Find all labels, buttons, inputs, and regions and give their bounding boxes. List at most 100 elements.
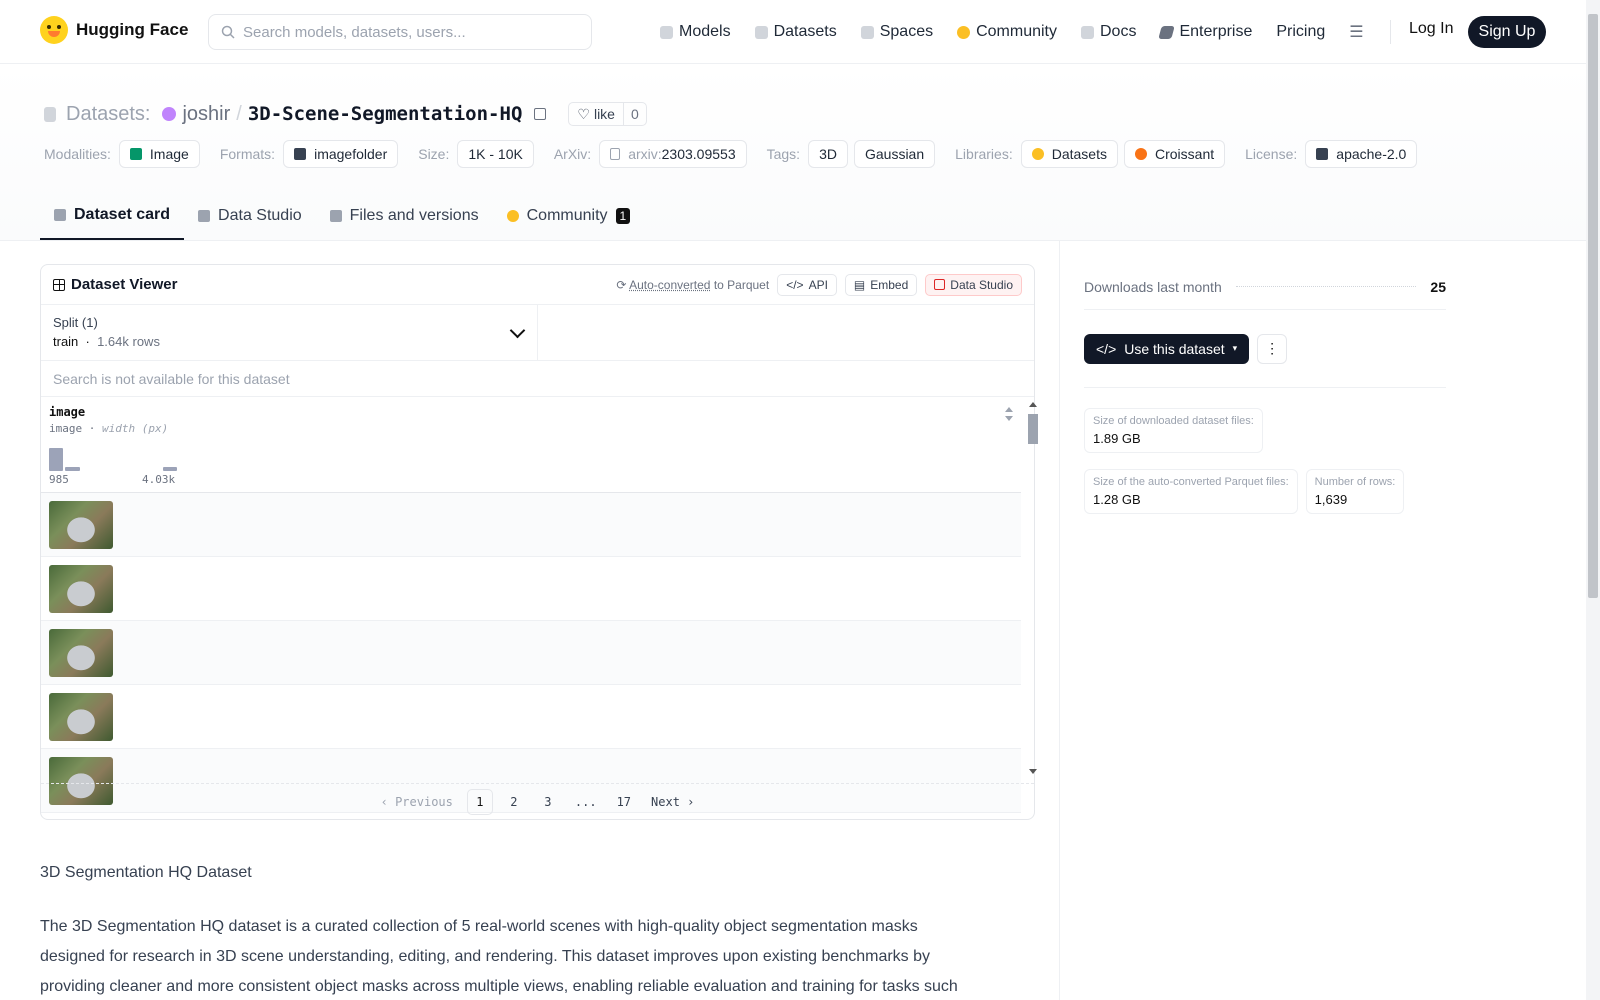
embed-icon: ▤: [853, 277, 866, 292]
more-menu-icon[interactable]: ☰: [1349, 22, 1363, 42]
page-button[interactable]: 1: [466, 788, 493, 815]
tab-files[interactable]: Files and versions: [316, 192, 493, 240]
nav-pricing[interactable]: Pricing: [1276, 23, 1325, 41]
code-icon: </>: [1096, 340, 1117, 357]
format-tag[interactable]: imagefolder: [283, 140, 399, 168]
global-search-input[interactable]: [243, 23, 573, 41]
split-name: train: [53, 334, 79, 349]
previous-page-button[interactable]: ‹ Previous: [375, 789, 459, 815]
brand-logo[interactable]: Hugging Face: [40, 16, 188, 44]
tag-gaussian[interactable]: Gaussian: [853, 140, 936, 168]
search-icon: [221, 25, 235, 39]
nav-docs-label: Docs: [1100, 23, 1137, 40]
modality-tag[interactable]: Image: [118, 140, 200, 168]
downloads-sparkline: [1235, 286, 1417, 287]
arxiv-tag[interactable]: arxiv:2303.09553: [599, 140, 747, 168]
stat-value: 1.89 GB: [1093, 431, 1141, 446]
table-row[interactable]: [41, 493, 1021, 557]
page-button[interactable]: 17: [611, 789, 637, 815]
repo-tabs: Dataset card Data Studio Files and versi…: [40, 192, 644, 240]
size-tag[interactable]: 1K - 10K: [457, 140, 534, 168]
login-link[interactable]: Log In: [1409, 20, 1453, 38]
histogram-bar[interactable]: [65, 467, 80, 471]
autoconverted-link[interactable]: Auto-converted: [629, 278, 710, 292]
size-tag-label: 1K - 10K: [468, 146, 523, 162]
table-row[interactable]: [41, 621, 1021, 685]
page-button[interactable]: 3: [535, 789, 561, 815]
scroll-up-icon[interactable]: [1029, 402, 1037, 407]
use-dataset-button[interactable]: </> Use this dataset ▾: [1084, 333, 1250, 364]
image-thumbnail[interactable]: [49, 692, 113, 741]
page-button[interactable]: 2: [501, 789, 527, 815]
community-count-badge: 1: [615, 208, 631, 224]
nav-models[interactable]: Models: [660, 23, 731, 41]
column-type-name: image: [49, 422, 83, 435]
viewer-scrollbar[interactable]: [1028, 402, 1038, 774]
nav-spaces[interactable]: Spaces: [860, 23, 933, 41]
like-label: like: [593, 106, 615, 122]
stat-download-size: Size of downloaded dataset files: 1.89 GB: [1084, 408, 1263, 453]
repo-metadata: Modalities: Image Formats: imagefolder S…: [44, 140, 1423, 168]
card-heading: 3D Segmentation HQ Dataset: [40, 864, 252, 881]
license-icon: [1316, 148, 1329, 160]
scroll-down-icon[interactable]: [1029, 769, 1037, 774]
column-header-image[interactable]: image image · width (px) 985 4.03k: [41, 397, 1021, 493]
more-options-button[interactable]: ⋮: [1257, 333, 1288, 364]
column-stat-label: width (px): [102, 422, 169, 435]
nav-community[interactable]: Community: [957, 23, 1057, 41]
library-datasets-tag[interactable]: Datasets: [1020, 140, 1118, 168]
image-thumbnail[interactable]: [49, 628, 113, 677]
tab-community-label: Community: [526, 207, 608, 224]
data-studio-button[interactable]: Data Studio: [925, 273, 1022, 296]
tab-dataset-card[interactable]: Dataset card: [40, 192, 185, 240]
hugging-face-icon: [1031, 148, 1044, 160]
page-scroll-thumb[interactable]: [1588, 14, 1598, 598]
table-row[interactable]: [41, 685, 1021, 749]
dataset-viewer: Dataset Viewer ⟳ Auto-converted to Parqu…: [40, 264, 1035, 820]
histogram-bar[interactable]: [49, 447, 64, 471]
community-icon: [957, 25, 971, 39]
brand-name: Hugging Face: [76, 20, 189, 39]
library-croissant-tag[interactable]: Croissant: [1123, 140, 1226, 168]
formats-label: Formats:: [219, 146, 276, 162]
global-search[interactable]: [208, 14, 592, 50]
nav-divider: [1390, 20, 1391, 44]
page-scrollbar[interactable]: [1586, 0, 1600, 1000]
tags-label: Tags:: [766, 146, 801, 162]
api-button-label: API: [808, 277, 828, 292]
nav-enterprise[interactable]: Enterprise: [1158, 23, 1252, 41]
autoconverted-note: ⟳ Auto-converted to Parquet: [616, 278, 769, 292]
repo-name[interactable]: 3D-Scene-Segmentation-HQ: [248, 103, 523, 125]
repo-type-label[interactable]: Datasets:: [66, 103, 150, 126]
split-selector[interactable]: Split (1) train · 1.64k rows: [41, 305, 538, 360]
like-button[interactable]: ♡ like 0: [568, 102, 647, 126]
tag-3d[interactable]: 3D: [808, 140, 848, 168]
nav-datasets[interactable]: Datasets: [754, 23, 837, 41]
modality-tag-label: Image: [149, 146, 189, 162]
next-page-button[interactable]: Next ›: [645, 789, 700, 815]
tab-community[interactable]: Community 1: [493, 192, 645, 240]
paper-icon: [610, 148, 621, 160]
downloads-label: Downloads last month: [1084, 278, 1222, 295]
table-row[interactable]: [41, 557, 1021, 621]
api-button[interactable]: </> API: [777, 273, 837, 296]
page-button: ...: [574, 794, 597, 809]
license-tag[interactable]: apache-2.0: [1305, 140, 1418, 168]
files-icon: [329, 210, 342, 222]
histogram-bar[interactable]: [162, 467, 177, 471]
nav-docs[interactable]: Docs: [1081, 23, 1136, 41]
image-thumbnail[interactable]: [49, 500, 113, 549]
histogram-min-label: 985: [49, 473, 69, 486]
embed-button-label: Embed: [870, 277, 909, 292]
embed-button[interactable]: ▤ Embed: [844, 273, 918, 296]
libraries-label: Libraries:: [955, 146, 1013, 162]
tab-data-studio[interactable]: Data Studio: [184, 192, 316, 240]
sidebar-divider: [1059, 240, 1060, 1000]
repo-owner-link[interactable]: joshir: [182, 103, 230, 126]
signup-button[interactable]: Sign Up: [1468, 16, 1546, 48]
scroll-thumb[interactable]: [1028, 414, 1038, 444]
sort-icon[interactable]: [1005, 407, 1013, 421]
copy-icon[interactable]: [534, 108, 547, 120]
arxiv-id: 2303.09553: [661, 146, 736, 162]
image-thumbnail[interactable]: [49, 564, 113, 613]
